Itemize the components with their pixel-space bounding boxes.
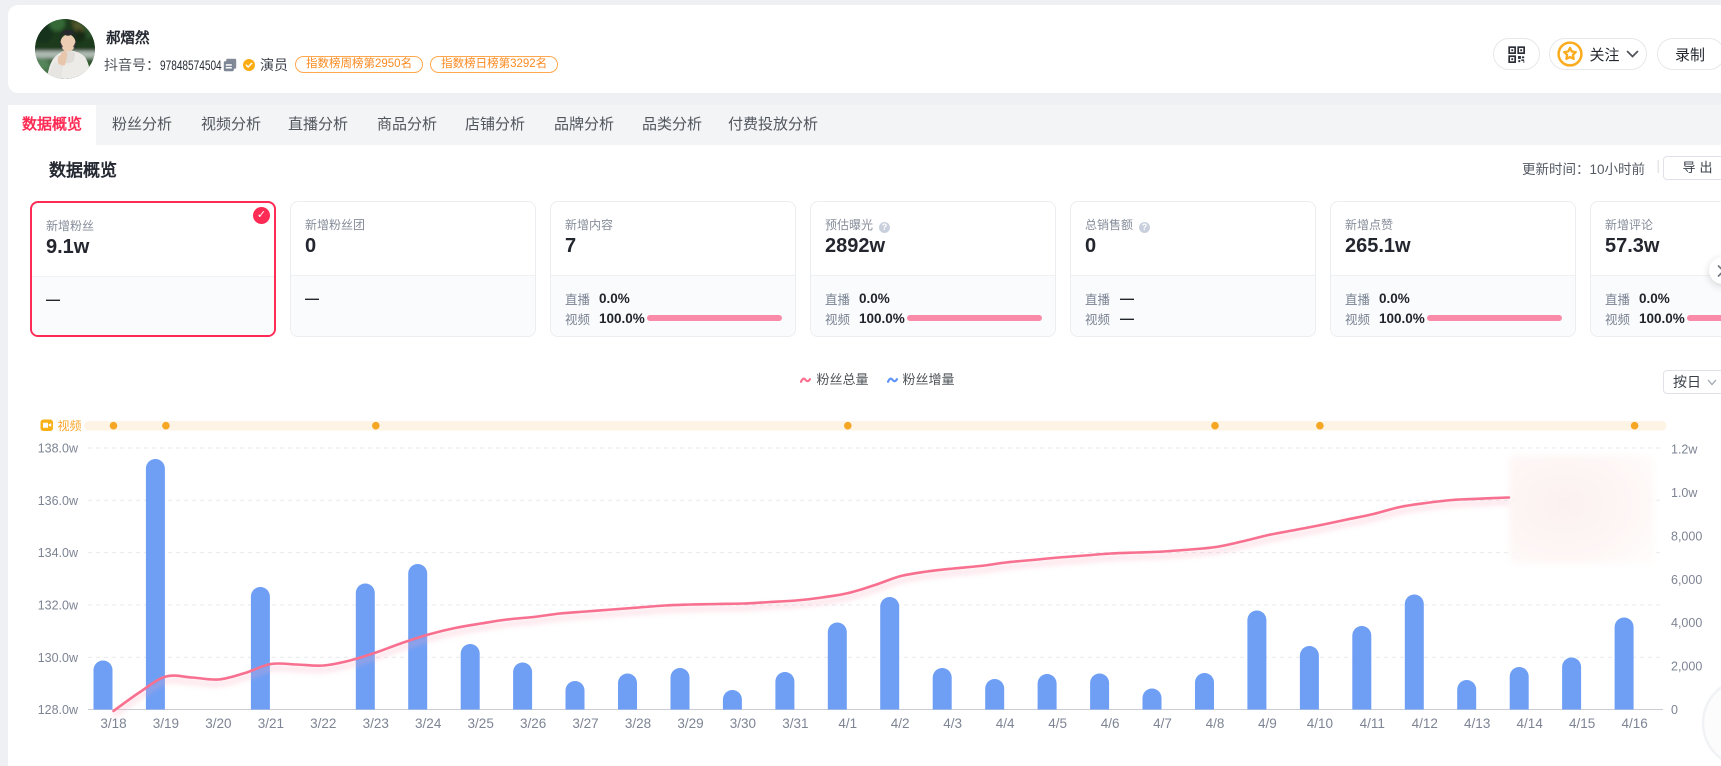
svg-text:4/4: 4/4 (996, 716, 1015, 731)
svg-text:3/26: 3/26 (520, 716, 546, 731)
svg-text:4/3: 4/3 (943, 716, 962, 731)
svg-text:4/12: 4/12 (1412, 716, 1438, 731)
svg-text:4/14: 4/14 (1517, 716, 1544, 731)
svg-text:4/5: 4/5 (1048, 716, 1067, 731)
svg-text:4/9: 4/9 (1258, 716, 1277, 731)
svg-text:1.0w: 1.0w (1671, 486, 1698, 500)
svg-text:136.0w: 136.0w (38, 494, 79, 508)
svg-text:3/18: 3/18 (100, 716, 126, 731)
svg-text:8,000: 8,000 (1671, 529, 1702, 543)
svg-text:4/15: 4/15 (1569, 716, 1595, 731)
svg-text:134.0w: 134.0w (38, 546, 79, 560)
svg-text:4/7: 4/7 (1153, 716, 1172, 731)
svg-text:4,000: 4,000 (1671, 616, 1702, 630)
svg-text:128.0w: 128.0w (38, 703, 79, 717)
svg-text:138.0w: 138.0w (38, 442, 79, 456)
svg-text:3/27: 3/27 (572, 716, 598, 731)
svg-text:6,000: 6,000 (1671, 573, 1702, 587)
svg-text:130.0w: 130.0w (38, 651, 79, 665)
svg-text:3/28: 3/28 (625, 716, 651, 731)
svg-text:3/20: 3/20 (205, 716, 231, 731)
svg-text:4/16: 4/16 (1621, 716, 1647, 731)
svg-text:1.2w: 1.2w (1671, 443, 1698, 457)
svg-text:3/19: 3/19 (153, 716, 179, 731)
svg-text:4/6: 4/6 (1101, 716, 1120, 731)
svg-text:3/31: 3/31 (782, 716, 808, 731)
svg-text:3/30: 3/30 (730, 716, 756, 731)
svg-text:3/29: 3/29 (677, 716, 703, 731)
svg-text:3/25: 3/25 (468, 716, 494, 731)
svg-text:3/21: 3/21 (258, 716, 284, 731)
svg-text:2,000: 2,000 (1671, 660, 1702, 674)
svg-text:视频: 视频 (58, 418, 82, 433)
svg-text:3/22: 3/22 (310, 716, 336, 731)
svg-text:4/2: 4/2 (891, 716, 910, 731)
svg-text:4/8: 4/8 (1206, 716, 1225, 731)
svg-text:4/10: 4/10 (1307, 716, 1333, 731)
svg-text:4/1: 4/1 (838, 716, 857, 731)
svg-text:3/24: 3/24 (415, 716, 442, 731)
svg-text:4/13: 4/13 (1464, 716, 1490, 731)
svg-text:4/11: 4/11 (1360, 716, 1385, 731)
svg-text:132.0w: 132.0w (38, 599, 79, 613)
svg-text:3/23: 3/23 (363, 716, 389, 731)
svg-text:0: 0 (1671, 703, 1678, 717)
